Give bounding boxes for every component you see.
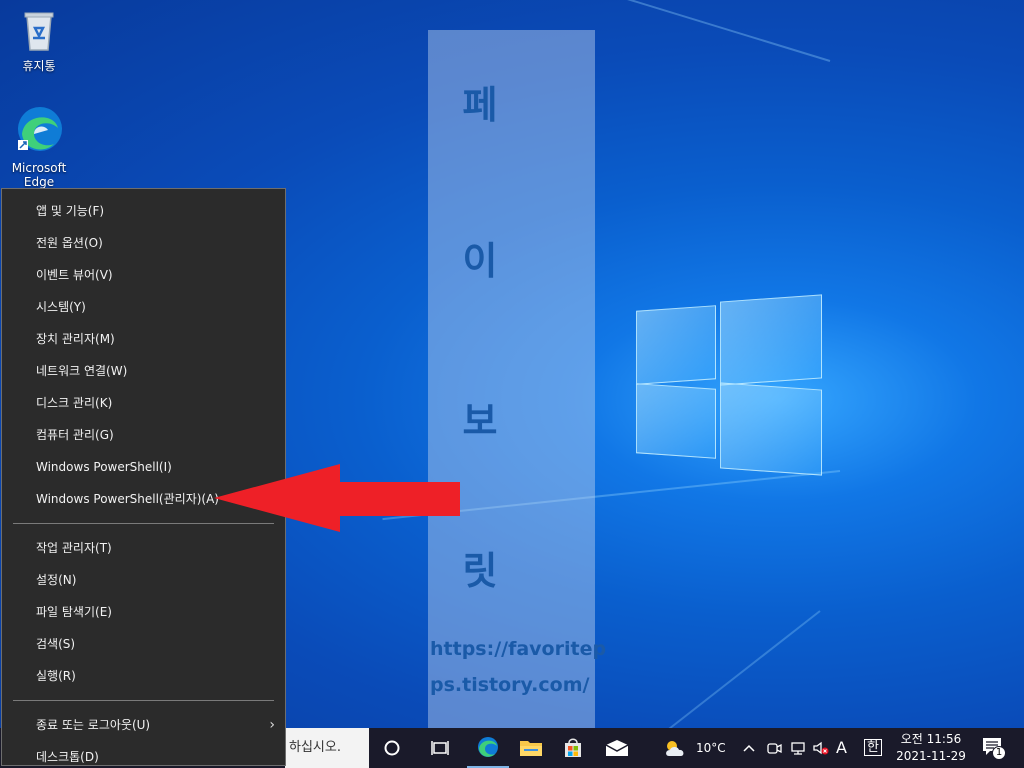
edge-icon [478, 737, 498, 757]
camera-icon [767, 743, 782, 754]
watermark-url: ps.tistory.com/ [430, 674, 590, 696]
chevron-right-icon: › [269, 717, 275, 733]
menu-item-search[interactable]: 검색(S) [2, 628, 285, 660]
watermark-char: 보 [462, 399, 498, 443]
volume-button[interactable] [810, 728, 832, 768]
menu-item-device-manager[interactable]: 장치 관리자(M) [2, 323, 285, 355]
desktop-icon-label: 휴지통 [22, 59, 56, 73]
menu-separator [13, 700, 274, 701]
weather-partly-cloudy-icon [666, 741, 684, 756]
clock-time: 오전 11:56 [900, 732, 962, 746]
speaker-muted-icon [813, 741, 829, 755]
meet-now-button[interactable] [764, 728, 784, 768]
menu-item-settings[interactable]: 설정(N) [2, 564, 285, 596]
action-center-button[interactable]: 1 [980, 734, 1008, 762]
clock-date: 2021-11-29 [896, 749, 966, 763]
task-view-icon [431, 741, 449, 755]
ime-mode-indicator[interactable]: A [836, 738, 847, 757]
network-monitor-icon [791, 742, 805, 755]
weather-button[interactable] [662, 728, 688, 768]
taskbar-file-explorer-button[interactable] [510, 728, 552, 768]
watermark-char: 이 [462, 239, 498, 283]
desktop-icon-microsoft-edge[interactable]: Microsoft Edge [7, 104, 71, 189]
menu-item-apps-features[interactable]: 앱 및 기능(F) [2, 195, 285, 227]
watermark-url: https://favoritep [430, 638, 607, 660]
taskbar-clock[interactable]: 오전 11:56 2021-11-29 [888, 731, 974, 765]
edge-icon [18, 107, 62, 151]
taskbar-search-box[interactable]: 하십시오. [285, 728, 369, 768]
menu-item-desktop[interactable]: 데스크톱(D) [2, 741, 285, 768]
task-view-button[interactable] [420, 728, 460, 768]
menu-item-network-connections[interactable]: 네트워크 연결(W) [2, 355, 285, 387]
store-icon [565, 738, 581, 757]
desktop-icon-recycle-bin[interactable]: 휴지통 [7, 8, 71, 73]
cortana-circle-icon [384, 740, 400, 756]
desktop-icon-label: Microsoft [11, 161, 67, 175]
chevron-up-icon [743, 744, 755, 752]
watermark-char: 페 [462, 83, 498, 127]
windows-logo-wallpaper [636, 290, 822, 480]
weather-temperature[interactable]: 10°C [696, 741, 726, 755]
menu-item-event-viewer[interactable]: 이벤트 뷰어(V) [2, 259, 285, 291]
menu-item-task-manager[interactable]: 작업 관리자(T) [2, 532, 285, 564]
mail-icon [605, 740, 629, 756]
notification-count-badge: 1 [992, 746, 1006, 760]
watermark-char: 릿 [462, 549, 498, 593]
ime-korean-indicator[interactable]: 한 [864, 739, 882, 756]
folder-icon [520, 741, 542, 756]
menu-item-shutdown-signout[interactable]: 종료 또는 로그아웃(U) › [2, 709, 285, 741]
menu-item-file-explorer[interactable]: 파일 탐색기(E) [2, 596, 285, 628]
watermark-panel: 페 이 보 릿 https://favoritep ps.tistory.com… [428, 30, 607, 736]
taskbar-edge-button[interactable] [467, 728, 509, 768]
cortana-button[interactable] [372, 728, 412, 768]
recycle-bin-icon [24, 12, 54, 51]
red-arrow-annotation [214, 464, 460, 532]
menu-item-disk-management[interactable]: 디스크 관리(K) [2, 387, 285, 419]
menu-item-system[interactable]: 시스템(Y) [2, 291, 285, 323]
desktop-icon-label: Edge [23, 175, 55, 189]
menu-item-power-options[interactable]: 전원 옵션(O) [2, 227, 285, 259]
menu-item-computer-management[interactable]: 컴퓨터 관리(G) [2, 419, 285, 451]
menu-item-label: 종료 또는 로그아웃(U) [36, 718, 151, 732]
menu-item-run[interactable]: 실행(R) [2, 660, 285, 692]
network-button[interactable] [788, 728, 808, 768]
taskbar-mail-button[interactable] [596, 728, 638, 768]
taskbar-store-button[interactable] [552, 728, 594, 768]
show-hidden-icons-button[interactable] [740, 728, 758, 768]
